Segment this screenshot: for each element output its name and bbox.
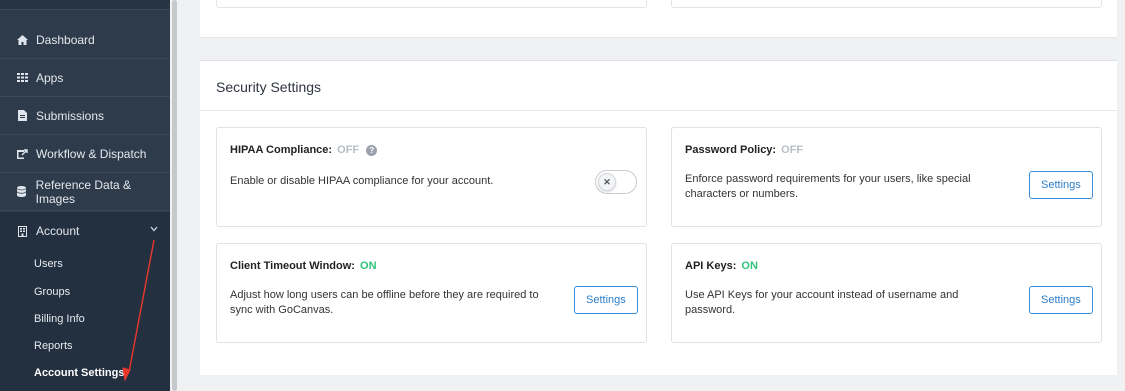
hipaa-status: OFF xyxy=(337,144,360,156)
hipaa-title-text: HIPAA Compliance: xyxy=(230,144,333,156)
database-icon xyxy=(16,186,28,197)
sidebar-item-apps[interactable]: Apps xyxy=(0,59,170,97)
subnav-item-users[interactable]: Users xyxy=(34,258,63,270)
api-keys-desc-line1: Use API Keys for your account instead of… xyxy=(685,289,959,301)
password-policy-title-text: Password Policy: xyxy=(685,144,777,156)
subnav-item-groups[interactable]: Groups xyxy=(34,286,70,298)
home-icon xyxy=(16,34,28,45)
panel-header: Security Settings xyxy=(200,61,1117,111)
client-timeout-title-text: Client Timeout Window: xyxy=(230,260,355,272)
hipaa-toggle[interactable]: ✕ xyxy=(595,170,637,194)
subnav-item-reports[interactable]: Reports xyxy=(34,340,73,352)
hipaa-card: HIPAA Compliance: OFF ? Enable or disabl… xyxy=(216,127,647,227)
sidebar-item-reference-data[interactable]: Reference Data & Images xyxy=(0,173,170,211)
dispatch-icon xyxy=(16,148,28,159)
account-subnav: Users Groups Billing Info Reports Accoun… xyxy=(0,250,170,391)
sidebar-item-workflow-dispatch[interactable]: Workflow & Dispatch xyxy=(0,135,170,173)
security-settings-panel: Security Settings HIPAA Compliance: OFF … xyxy=(200,60,1117,375)
password-policy-desc-line1: Enforce password requirements for your u… xyxy=(685,173,971,185)
sidebar-item-label: Workflow & Dispatch xyxy=(36,146,147,161)
top-card-right xyxy=(671,0,1102,8)
password-policy-title: Password Policy: OFF xyxy=(685,144,803,156)
client-timeout-desc-line1: Adjust how long users can be offline bef… xyxy=(230,289,539,301)
sidebar-item-account[interactable]: Account xyxy=(0,212,170,250)
client-timeout-title: Client Timeout Window: ON xyxy=(230,260,377,272)
sidebar-item-label: Apps xyxy=(36,70,64,85)
building-icon xyxy=(16,225,28,237)
client-timeout-settings-button[interactable]: Settings xyxy=(574,286,638,314)
sidebar-item-submissions[interactable]: Submissions xyxy=(0,97,170,135)
api-keys-description: Use API Keys for your account instead of… xyxy=(685,288,958,318)
document-icon xyxy=(16,110,28,121)
api-keys-status: ON xyxy=(741,260,758,272)
apps-grid-icon xyxy=(16,73,28,82)
subnav-item-account-settings[interactable]: Account Settings xyxy=(34,367,124,379)
sidebar-item-label: Account xyxy=(36,224,80,238)
password-policy-card: Password Policy: OFF Enforce password re… xyxy=(671,127,1102,227)
sidebar-top-strip xyxy=(0,0,170,10)
api-keys-settings-button[interactable]: Settings xyxy=(1029,286,1093,314)
api-keys-card: API Keys: ON Use API Keys for your accou… xyxy=(671,243,1102,343)
hipaa-title: HIPAA Compliance: OFF ? xyxy=(230,144,378,156)
password-policy-desc-line2: characters or numbers. xyxy=(685,188,799,200)
top-settings-panel xyxy=(200,0,1117,38)
sidebar-item-dashboard[interactable]: Dashboard xyxy=(0,21,170,59)
hipaa-description: Enable or disable HIPAA compliance for y… xyxy=(230,175,494,187)
password-policy-description: Enforce password requirements for your u… xyxy=(685,172,971,202)
sidebar-item-label: Reference Data & Images xyxy=(35,177,132,206)
help-icon[interactable]: ? xyxy=(366,145,378,156)
api-keys-desc-line2: password. xyxy=(685,304,736,316)
sidebar-item-label: Dashboard xyxy=(36,32,95,47)
sidebar-scrollbar[interactable] xyxy=(170,0,179,391)
password-policy-settings-button[interactable]: Settings xyxy=(1029,171,1093,199)
subnav-item-billing-info[interactable]: Billing Info xyxy=(34,313,85,325)
sidebar: Dashboard Apps Submissions Workflow & Di… xyxy=(0,0,170,391)
chevron-down-icon xyxy=(150,224,158,235)
api-keys-title: API Keys: ON xyxy=(685,260,758,272)
password-policy-status: OFF xyxy=(781,144,804,156)
client-timeout-description: Adjust how long users can be offline bef… xyxy=(230,288,539,318)
client-timeout-status: ON xyxy=(360,260,377,272)
api-keys-title-text: API Keys: xyxy=(685,260,737,272)
top-card-left xyxy=(216,0,647,8)
panel-title: Security Settings xyxy=(216,79,322,95)
sidebar-item-label: Submissions xyxy=(36,108,105,123)
scrollbar-thumb[interactable] xyxy=(172,0,177,391)
close-icon: ✕ xyxy=(598,173,616,191)
client-timeout-desc-line2: sync with GoCanvas. xyxy=(230,304,334,316)
client-timeout-card: Client Timeout Window: ON Adjust how lon… xyxy=(216,243,647,343)
